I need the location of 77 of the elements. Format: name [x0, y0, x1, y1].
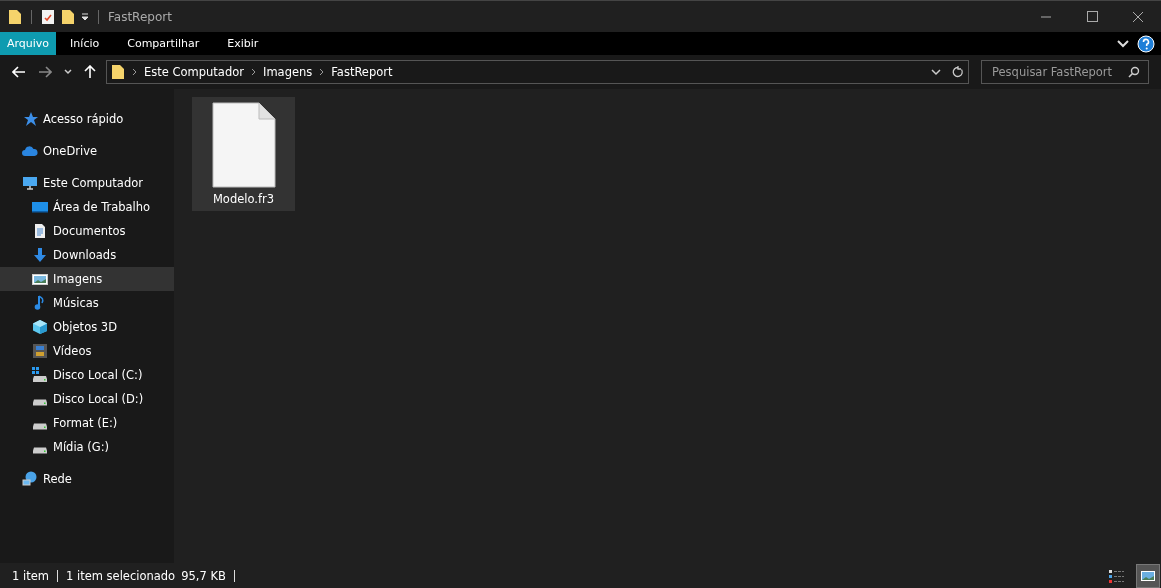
pictures-icon [32, 271, 48, 287]
file-name: Modelo.fr3 [212, 192, 275, 206]
properties-icon[interactable] [41, 8, 55, 25]
breadcrumb[interactable]: FastReport [331, 65, 393, 79]
cube-icon [32, 319, 48, 335]
sidebar-label: OneDrive [43, 144, 98, 158]
help-icon[interactable] [1137, 34, 1155, 53]
sidebar-label: Format (E:) [53, 416, 118, 430]
sidebar-item[interactable]: Este Computador [0, 171, 174, 195]
chevron-down-icon[interactable] [1117, 39, 1129, 48]
sidebar-item[interactable]: Rede [0, 467, 174, 491]
ribbon-tab[interactable]: Início [56, 32, 114, 55]
sidebar-label: Documentos [53, 224, 126, 238]
sidebar-label: Disco Local (C:) [53, 368, 143, 382]
sidebar-item[interactable]: Downloads [0, 243, 174, 267]
download-arrow-icon [32, 247, 48, 263]
breadcrumb[interactable]: Este Computador [144, 65, 244, 79]
drive-icon [32, 447, 48, 454]
sidebar-label: Imagens [53, 272, 103, 286]
film-icon [32, 343, 48, 359]
sidebar-label: Músicas [53, 296, 99, 310]
sidebar-item[interactable]: Acesso rápido [0, 107, 174, 131]
cloud-icon [22, 143, 38, 159]
back-arrow-icon[interactable] [12, 66, 26, 78]
sidebar-label: Área de Trabalho [53, 200, 151, 214]
sidebar-item[interactable]: Área de Trabalho [0, 195, 174, 219]
sidebar-item[interactable]: Vídeos [0, 339, 174, 363]
breadcrumb[interactable]: Imagens [263, 65, 313, 79]
document-icon [32, 223, 48, 239]
sidebar-label: Rede [43, 472, 72, 486]
sidebar-item[interactable]: Objetos 3D [0, 315, 174, 339]
folder-icon [111, 64, 125, 80]
chevron-right-icon[interactable] [319, 68, 325, 76]
sidebar-label: Downloads [53, 248, 117, 262]
new-folder-icon[interactable] [61, 8, 75, 25]
refresh-icon[interactable] [952, 66, 964, 78]
desktop-icon [32, 199, 48, 215]
large-icons-view-icon[interactable] [1137, 564, 1159, 587]
ribbon-tab[interactable]: Compartilhar [113, 32, 214, 55]
file-icon [211, 102, 276, 188]
selection-count: 1 item selecionado [65, 568, 176, 583]
system-drive-icon [32, 367, 48, 383]
recent-dropdown-icon[interactable] [64, 69, 72, 75]
search-icon[interactable] [1128, 66, 1140, 78]
up-arrow-icon[interactable] [84, 65, 96, 79]
sidebar-item[interactable]: Documentos [0, 219, 174, 243]
sidebar-item[interactable]: Mídia (G:) [0, 435, 174, 459]
search-field[interactable]: Pesquisar FastReport [981, 60, 1149, 84]
sidebar-label: Este Computador [43, 176, 143, 190]
sidebar-label: Vídeos [53, 344, 92, 358]
sidebar-label: Acesso rápido [43, 112, 124, 126]
sidebar-item[interactable]: Disco Local (D:) [0, 387, 174, 411]
sidebar-item[interactable]: Imagens [0, 267, 174, 291]
customize-toolbar-icon[interactable] [81, 11, 89, 22]
sidebar-label: Disco Local (D:) [53, 392, 144, 406]
network-globe-icon [22, 471, 38, 487]
forward-arrow-icon[interactable] [38, 66, 52, 78]
file-item[interactable]: Modelo.fr3 [192, 97, 295, 211]
drive-icon [32, 423, 48, 430]
chevron-down-icon[interactable] [931, 68, 941, 76]
sidebar-item[interactable]: Músicas [0, 291, 174, 315]
sidebar-item[interactable]: Format (E:) [0, 411, 174, 435]
item-count: 1 item [12, 568, 49, 583]
star-icon [22, 111, 38, 127]
computer-icon [22, 175, 38, 191]
sidebar-label: Objetos 3D [53, 320, 117, 334]
address-bar[interactable]: Este Computador Imagens FastReport [106, 60, 969, 84]
sidebar-label: Mídia (G:) [53, 440, 110, 454]
chevron-right-icon[interactable] [132, 68, 137, 76]
sidebar-item[interactable]: OneDrive [0, 139, 174, 163]
sidebar-item[interactable]: Disco Local (C:) [0, 363, 174, 387]
chevron-right-icon[interactable] [251, 68, 256, 76]
selection-size: 95,7 KB [181, 568, 226, 583]
window-title: FastReport [108, 9, 172, 24]
drive-icon [32, 399, 48, 406]
ribbon-tab[interactable]: Exibir [213, 32, 273, 55]
folder-icon[interactable] [8, 8, 22, 25]
